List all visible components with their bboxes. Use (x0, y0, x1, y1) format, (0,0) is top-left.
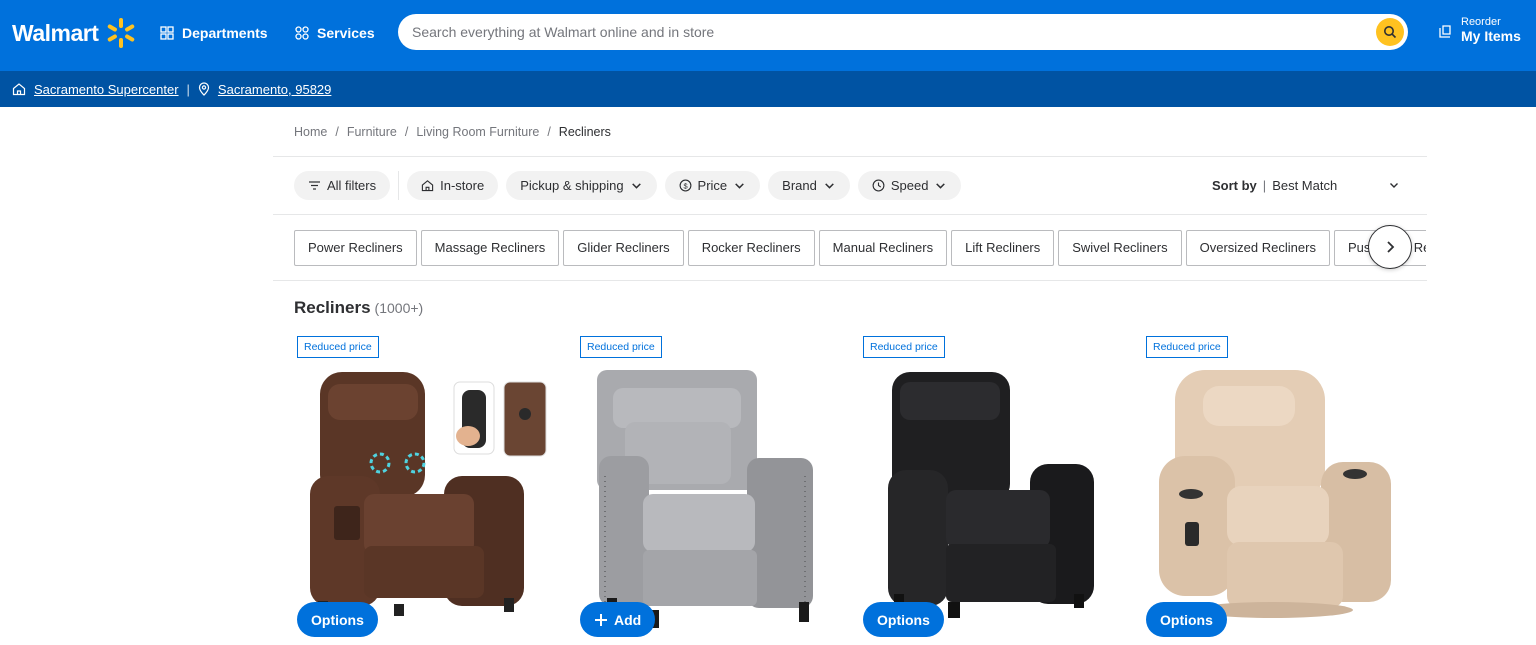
plus-icon (595, 613, 607, 626)
chip-power-recliners[interactable]: Power Recliners (294, 230, 417, 266)
results-heading: Recliners (1000+) (294, 298, 423, 318)
location-link[interactable]: Sacramento, 95829 (218, 82, 331, 97)
in-store-filter[interactable]: In-store (407, 171, 499, 200)
options-button[interactable]: Options (1146, 602, 1227, 637)
search-input[interactable] (412, 24, 1352, 40)
options-button[interactable]: Options (297, 602, 378, 637)
walmart-logo[interactable]: Walmart (12, 16, 138, 50)
my-items-label: My Items (1461, 28, 1521, 44)
reorder-icon (1439, 25, 1451, 38)
chip-glider-recliners[interactable]: Glider Recliners (563, 230, 684, 266)
product-card[interactable]: Reduced price Add (577, 336, 839, 645)
reorder-label: Reorder (1461, 16, 1501, 28)
reduced-price-badge: Reduced price (580, 336, 662, 358)
chip-oversized-recliners[interactable]: Oversized Recliners (1185, 230, 1330, 266)
divider (273, 214, 1427, 215)
product-card[interactable]: Reduced price Options (294, 336, 556, 645)
cta-label: Options (311, 611, 364, 628)
pickup-shipping-label: Pickup & shipping (520, 178, 624, 193)
product-card[interactable]: Reduced price Options (1143, 336, 1405, 645)
chips-next-button[interactable] (1368, 225, 1412, 269)
departments-button[interactable]: Departments (160, 22, 268, 44)
chevron-down-icon (936, 183, 946, 189)
divider (273, 156, 1427, 157)
chip-manual-recliners[interactable]: Manual Recliners (818, 230, 948, 266)
departments-label: Departments (182, 25, 268, 41)
chip-swivel-recliners[interactable]: Swivel Recliners (1058, 230, 1182, 266)
chevron-down-icon (735, 183, 744, 189)
breadcrumb-living-room[interactable]: Living Room Furniture (416, 125, 539, 139)
reduced-price-badge: Reduced price (297, 336, 379, 358)
results-title: Recliners (294, 298, 371, 317)
search-button[interactable] (1376, 18, 1404, 46)
store-icon (12, 83, 26, 96)
cta-label: Options (1160, 611, 1213, 628)
category-chips: Power Recliners Massage Recliners Glider R… (294, 230, 1426, 266)
breadcrumb-separator: / (335, 125, 339, 139)
breadcrumb-furniture[interactable]: Furniture (347, 125, 397, 139)
pickup-shipping-filter[interactable]: Pickup & shipping (506, 171, 657, 200)
product-image[interactable] (860, 366, 1122, 628)
services-icon (295, 26, 309, 40)
chip-rocker-recliners[interactable]: Rocker Recliners (687, 230, 815, 266)
speed-filter[interactable]: Speed (857, 171, 962, 200)
grid-icon (160, 26, 174, 40)
sort-label: Sort by (1212, 178, 1257, 193)
top-header: Walmart Departments Services Reorder (0, 0, 1536, 71)
product-image[interactable] (294, 366, 556, 628)
chip-massage-recliners[interactable]: Massage Recliners (420, 230, 560, 266)
divider: | (1262, 178, 1267, 193)
brand-label: Brand (782, 178, 817, 193)
chevron-right-icon (1387, 241, 1395, 253)
product-card[interactable]: Reduced price Options (860, 336, 1122, 645)
breadcrumb-separator: / (404, 125, 409, 139)
services-label: Services (317, 25, 375, 41)
product-image[interactable] (1143, 366, 1405, 628)
divider: | (186, 81, 190, 97)
sort-value: Best Match (1272, 178, 1338, 193)
chevron-down-icon (631, 183, 641, 189)
speed-label: Speed (890, 178, 929, 193)
cta-label: Add (614, 611, 642, 628)
chip-lift-recliners[interactable]: Lift Recliners (951, 230, 1055, 266)
store-icon (421, 180, 434, 192)
all-filters-label: All filters (327, 178, 377, 193)
search-icon (1384, 26, 1397, 39)
product-image[interactable] (577, 366, 839, 628)
clock-icon (872, 179, 885, 192)
reduced-price-badge: Reduced price (1146, 336, 1228, 358)
add-button[interactable]: Add (580, 602, 656, 637)
price-label: Price (697, 178, 728, 193)
results-count: (1000+) (374, 300, 424, 316)
location-pin-icon (198, 82, 210, 96)
divider (273, 280, 1427, 281)
logo-text: Walmart (12, 19, 99, 46)
search-bar (398, 14, 1408, 50)
sort-dropdown[interactable]: Sort by | Best Match (1212, 178, 1400, 193)
breadcrumb-separator: / (547, 125, 551, 139)
filter-bar: All filters In-store Pickup & shipping $… (294, 171, 962, 200)
reduced-price-badge: Reduced price (863, 336, 945, 358)
cta-label: Options (877, 611, 930, 628)
reorder-my-items[interactable]: Reorder My Items (1437, 16, 1521, 44)
breadcrumb: Home / Furniture / Living Room Furniture / … (294, 125, 611, 139)
services-button[interactable]: Services (295, 22, 375, 44)
spark-icon (108, 18, 135, 48)
divider (398, 171, 400, 200)
in-store-label: In-store (440, 178, 485, 193)
filter-icon (309, 181, 320, 190)
chevron-down-icon (825, 183, 834, 189)
all-filters-button[interactable]: All filters (294, 171, 391, 200)
store-bar: Sacramento Supercenter | Sacramento, 958… (0, 71, 1536, 107)
store-link[interactable]: Sacramento Supercenter (34, 82, 179, 97)
breadcrumb-current: Recliners (558, 125, 611, 139)
options-button[interactable]: Options (863, 602, 944, 637)
svg-text:$: $ (683, 181, 687, 190)
dollar-icon: $ (679, 179, 691, 192)
chevron-down-icon (1390, 183, 1398, 188)
breadcrumb-home[interactable]: Home (294, 125, 327, 139)
price-filter[interactable]: $ Price (664, 171, 761, 200)
brand-filter[interactable]: Brand (768, 171, 850, 200)
